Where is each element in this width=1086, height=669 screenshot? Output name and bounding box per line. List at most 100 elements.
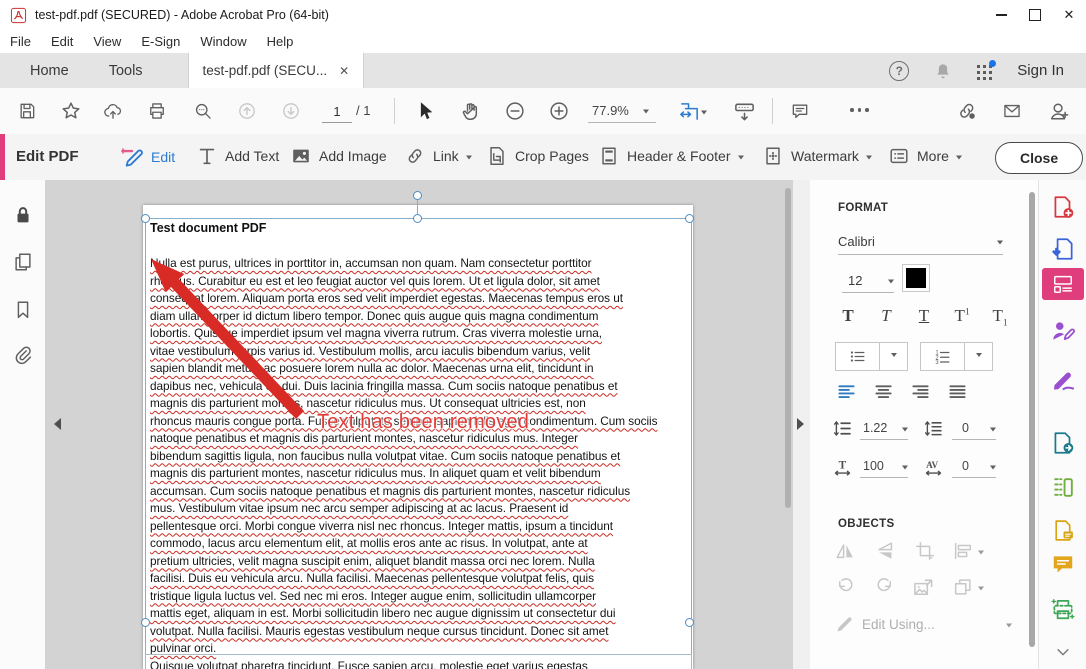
save-icon[interactable] (17, 101, 37, 121)
comment-icon[interactable] (790, 101, 810, 121)
page-number-input[interactable] (322, 100, 352, 123)
edit-pdf-tool-icon[interactable] (1042, 268, 1084, 300)
print-icon[interactable] (147, 101, 167, 121)
scan-ocr-icon[interactable] (1039, 470, 1086, 504)
zoom-level-select[interactable]: 77.9% (588, 98, 656, 123)
format-header: FORMAT (838, 202, 888, 214)
add-text-button[interactable]: Add Text (196, 145, 279, 167)
minimize-button[interactable] (984, 1, 1018, 30)
character-spacing-select[interactable]: 0 (952, 455, 996, 478)
panel-gutter (793, 180, 811, 669)
watermark-caret-icon (866, 155, 872, 162)
zoom-in-icon[interactable] (548, 100, 570, 122)
font-size-select[interactable]: 12 (842, 268, 894, 293)
export-pdf-icon[interactable] (1039, 232, 1086, 266)
maximize-button[interactable] (1018, 1, 1052, 30)
bulleted-list-control[interactable] (835, 342, 908, 371)
align-center-button[interactable] (874, 382, 893, 401)
menu-view[interactable]: View (83, 34, 131, 49)
edit-tool-button[interactable]: Edit (118, 144, 175, 170)
rotate-counterclockwise-icon (834, 576, 856, 598)
tab-document[interactable]: test-pdf.pdf (SECU... ✕ (188, 53, 365, 88)
menu-file[interactable]: File (0, 34, 41, 49)
menu-help[interactable]: Help (257, 34, 304, 49)
bookmarks-icon[interactable] (12, 299, 34, 321)
more-tools-icon[interactable] (850, 108, 869, 112)
menu-edit[interactable]: Edit (41, 34, 83, 49)
font-family-select[interactable]: Calibri (838, 228, 1003, 255)
align-objects-icon (952, 540, 984, 562)
page-thumbnails-icon[interactable] (12, 251, 34, 273)
font-color-swatch[interactable] (902, 264, 930, 292)
attachments-icon[interactable] (12, 344, 34, 366)
character-spacing-icon (923, 456, 944, 477)
crop-pages-label: Crop Pages (515, 148, 589, 164)
zoom-out-icon[interactable] (504, 100, 526, 122)
more-button[interactable]: More (888, 145, 962, 167)
character-spacing-caret-icon (990, 465, 996, 472)
hand-tool-icon[interactable] (460, 100, 482, 122)
notifications-bell-icon[interactable] (933, 61, 953, 81)
window-close-button[interactable] (1052, 1, 1086, 30)
share-pdf-icon[interactable] (1039, 426, 1086, 460)
sign-in-button[interactable]: Sign In (1017, 62, 1064, 79)
request-signatures-icon[interactable] (1039, 314, 1086, 348)
email-icon[interactable] (1002, 101, 1022, 121)
removed-text-annotation[interactable]: Text has been removed (317, 411, 529, 434)
collapse-left-panel-icon[interactable] (54, 418, 61, 430)
font-size-value: 12 (848, 273, 862, 288)
toolbar-visibility-icon[interactable] (733, 100, 756, 123)
numbered-list-caret-icon[interactable] (964, 343, 992, 370)
next-page-icon (281, 101, 301, 121)
fill-sign-icon[interactable] (1039, 362, 1086, 396)
share-upload-icon[interactable] (103, 101, 123, 121)
bold-button[interactable]: T (834, 306, 862, 326)
share-with-people-icon[interactable] (1048, 100, 1070, 122)
tab-home[interactable]: Home (10, 53, 89, 88)
subscript-button[interactable]: T1 (986, 306, 1014, 327)
combine-files-icon[interactable] (1039, 513, 1086, 547)
horizontal-scale-icon (832, 456, 853, 477)
fit-width-icon[interactable] (678, 100, 707, 123)
superscript-button[interactable]: T1 (948, 306, 976, 326)
collapse-right-panel-icon[interactable] (797, 418, 804, 430)
add-image-button[interactable]: Add Image (290, 145, 387, 167)
security-lock-icon[interactable] (12, 204, 34, 226)
panel-scrollbar[interactable] (1029, 192, 1035, 647)
align-left-button[interactable] (837, 382, 856, 401)
align-right-button[interactable] (911, 382, 930, 401)
underline-button[interactable]: T (910, 306, 938, 326)
crop-pages-button[interactable]: Crop Pages (486, 145, 589, 167)
link-button[interactable]: Link (404, 145, 472, 167)
header-footer-button[interactable]: Header & Footer (598, 145, 744, 167)
header-footer-label: Header & Footer (627, 148, 731, 164)
menu-window[interactable]: Window (190, 34, 256, 49)
document-canvas[interactable]: Test document PDF Nulla est purus, ultri… (45, 180, 793, 669)
toolbar-divider (394, 98, 395, 124)
share-link-icon[interactable] (956, 100, 978, 122)
tab-close-icon[interactable]: ✕ (339, 64, 349, 78)
bulleted-list-caret-icon[interactable] (879, 343, 907, 370)
app-grid-icon[interactable] (977, 63, 993, 79)
zoom-caret-icon (643, 109, 649, 116)
more-tools-chevron-icon[interactable] (1039, 635, 1086, 669)
tab-tools[interactable]: Tools (89, 53, 163, 88)
comment-tool-icon[interactable] (1039, 547, 1086, 581)
search-icon[interactable] (193, 101, 213, 121)
select-tool-icon[interactable] (414, 100, 436, 122)
align-justify-button[interactable] (948, 382, 967, 401)
create-pdf-icon[interactable] (1039, 190, 1086, 224)
star-favorite-icon[interactable] (60, 100, 82, 122)
horizontal-scale-select[interactable]: 100 (860, 455, 908, 478)
italic-button[interactable]: T (872, 306, 900, 326)
watermark-button[interactable]: Watermark (762, 145, 872, 167)
add-text-icon (196, 145, 218, 167)
paragraph-spacing-select[interactable]: 0 (952, 417, 996, 440)
numbered-list-control[interactable] (920, 342, 993, 371)
document-scrollbar[interactable] (785, 188, 791, 508)
close-edit-button[interactable]: Close (995, 142, 1083, 174)
menu-esign[interactable]: E-Sign (131, 34, 190, 49)
print-production-icon[interactable] (1039, 592, 1086, 626)
help-icon[interactable] (889, 61, 909, 81)
line-spacing-select[interactable]: 1.22 (860, 417, 908, 440)
